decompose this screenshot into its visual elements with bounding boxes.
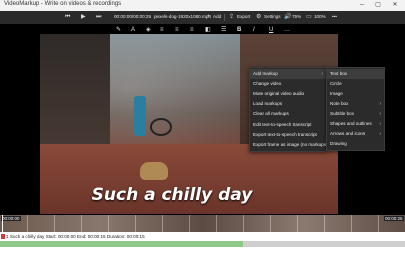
frame-divider bbox=[216, 215, 217, 232]
volume-value[interactable]: 75% bbox=[292, 14, 301, 19]
markup-caption[interactable]: Such a chilly day bbox=[52, 185, 292, 205]
more-options-icon[interactable]: … bbox=[284, 26, 290, 35]
frame-divider bbox=[324, 215, 325, 232]
submenu-item-note-box[interactable]: Note box › bbox=[327, 99, 384, 109]
submenu-item-circle[interactable]: Circle bbox=[327, 79, 384, 89]
layer-icon[interactable]: ◧ bbox=[205, 26, 211, 35]
timeline-filmstrip[interactable] bbox=[0, 215, 405, 232]
menu-item-clear-markups[interactable]: Clear all markups bbox=[250, 109, 326, 119]
frame-divider bbox=[351, 215, 352, 232]
timeline-start-time: 00:00:00 bbox=[1, 216, 21, 221]
close-button[interactable]: ✕ bbox=[388, 0, 402, 11]
maximize-button[interactable]: ▢ bbox=[371, 0, 385, 11]
frame-divider bbox=[378, 215, 379, 232]
menu-item-label: Add markup bbox=[253, 71, 278, 76]
menu-item-load-markups[interactable]: Load markups bbox=[250, 99, 326, 109]
add-markup-submenu: Text box Circle Image Note box › Subtitl… bbox=[326, 67, 385, 151]
video-dog bbox=[140, 162, 168, 180]
align-left-icon[interactable]: ≡ bbox=[160, 26, 164, 35]
bold-icon[interactable]: B bbox=[237, 26, 241, 35]
filename: pexels-dog-1920x1080.mp4 bbox=[154, 14, 211, 19]
frame-divider bbox=[243, 215, 244, 232]
list-icon[interactable]: ☰ bbox=[221, 26, 226, 35]
submenu-item-shapes[interactable]: Shapes and outlines › bbox=[327, 119, 384, 129]
add-button[interactable]: Add bbox=[213, 14, 221, 19]
app-title: VideoMarkup - Write on videos & recordin… bbox=[4, 1, 122, 7]
markup-marker[interactable] bbox=[1, 234, 5, 239]
chevron-right-icon: › bbox=[379, 131, 381, 137]
skip-back-icon[interactable]: ⏮ bbox=[65, 13, 70, 22]
frame-divider bbox=[162, 215, 163, 232]
frame-divider bbox=[135, 215, 136, 232]
gear-icon: ⚙ bbox=[256, 14, 262, 20]
menu-item-edit-transcript[interactable]: Edit text-to-speech transcript bbox=[250, 120, 326, 130]
minimize-button[interactable]: ─ bbox=[355, 0, 369, 11]
frame-divider bbox=[297, 215, 298, 232]
chevron-right-icon: › bbox=[379, 121, 381, 127]
align-right-icon[interactable]: ≡ bbox=[190, 26, 194, 35]
timecode: 00:00:00/00:00:25 bbox=[114, 14, 152, 19]
top-toolbar: ⏮ ▶ ⏭ 00:00:00/00:00:25 pexels-dog-1920x… bbox=[0, 11, 405, 24]
frame-divider bbox=[108, 215, 109, 232]
settings-button[interactable]: Settings bbox=[264, 14, 281, 19]
add-icon: + bbox=[207, 14, 211, 20]
volume-icon: 🔊 bbox=[284, 14, 292, 20]
timeline: 00:00:00 00:00:25 1 Such a chilly day St… bbox=[0, 215, 405, 253]
menu-item-add-markup[interactable]: Add markup › bbox=[250, 69, 326, 79]
toolbar-divider bbox=[224, 14, 225, 21]
underline-icon[interactable]: U bbox=[269, 26, 273, 35]
frame-divider bbox=[54, 215, 55, 232]
markup-info: 1 Such a chilly day Start: 00:00:00 End:… bbox=[6, 234, 145, 239]
submenu-item-image[interactable]: Image bbox=[327, 89, 384, 99]
frame-divider bbox=[81, 215, 82, 232]
fill-icon[interactable]: ◈ bbox=[146, 26, 151, 35]
title-bar: VideoMarkup - Write on videos & recordin… bbox=[0, 0, 405, 11]
export-button[interactable]: Export bbox=[237, 14, 250, 19]
pen-icon[interactable]: ✎ bbox=[116, 26, 121, 35]
italic-icon[interactable]: I bbox=[253, 26, 255, 35]
submenu-item-subtitle-box[interactable]: Subtitle box › bbox=[327, 109, 384, 119]
zoom-value[interactable]: 100% bbox=[314, 14, 326, 19]
timeline-end-time: 00:00:25 bbox=[384, 216, 404, 221]
submenu-item-drawing[interactable]: Drawing bbox=[327, 139, 384, 149]
submenu-item-text-box[interactable]: Text box bbox=[327, 69, 384, 79]
menu-item-change-video[interactable]: Change video bbox=[250, 79, 326, 89]
menu-item-mute-audio[interactable]: Mute original video audio bbox=[250, 89, 326, 99]
context-menu: Add markup › Change video Mute original … bbox=[249, 67, 328, 152]
text-style-icon[interactable]: A bbox=[131, 26, 135, 35]
frame-divider bbox=[270, 215, 271, 232]
menu-item-label: Subtitle box bbox=[330, 111, 355, 116]
more-button[interactable]: ••• bbox=[332, 14, 337, 19]
video-stage: ✎ A ◈ ≡ ≡ ≡ ◧ ☰ B I U … Such a chilly da… bbox=[0, 24, 405, 215]
markup-track[interactable] bbox=[0, 241, 405, 247]
frame-divider bbox=[27, 215, 28, 232]
video-bicycle bbox=[150, 118, 172, 136]
chevron-right-icon: › bbox=[379, 101, 381, 107]
menu-item-label: Note box bbox=[330, 101, 349, 106]
menu-item-label: Arrows and icons bbox=[330, 131, 366, 136]
submenu-item-arrows-icons[interactable]: Arrows and icons › bbox=[327, 129, 384, 139]
video-person bbox=[134, 96, 146, 136]
play-icon[interactable]: ▶ bbox=[81, 13, 86, 22]
zoom-icon: ▭ bbox=[306, 14, 312, 20]
menu-item-label: Shapes and outlines bbox=[330, 121, 372, 126]
chevron-right-icon: › bbox=[379, 111, 381, 117]
markup-duration-bar[interactable] bbox=[0, 241, 243, 247]
menu-item-export-frame[interactable]: Export frame as image (no markups) bbox=[250, 140, 328, 150]
frame-divider bbox=[189, 215, 190, 232]
export-icon: ⇪ bbox=[229, 14, 235, 20]
menu-item-export-transcript[interactable]: Export text-to-speech transcript bbox=[250, 130, 326, 140]
chevron-right-icon: › bbox=[321, 71, 323, 77]
align-center-icon[interactable]: ≡ bbox=[175, 26, 179, 35]
skip-forward-icon[interactable]: ⏭ bbox=[96, 13, 101, 22]
